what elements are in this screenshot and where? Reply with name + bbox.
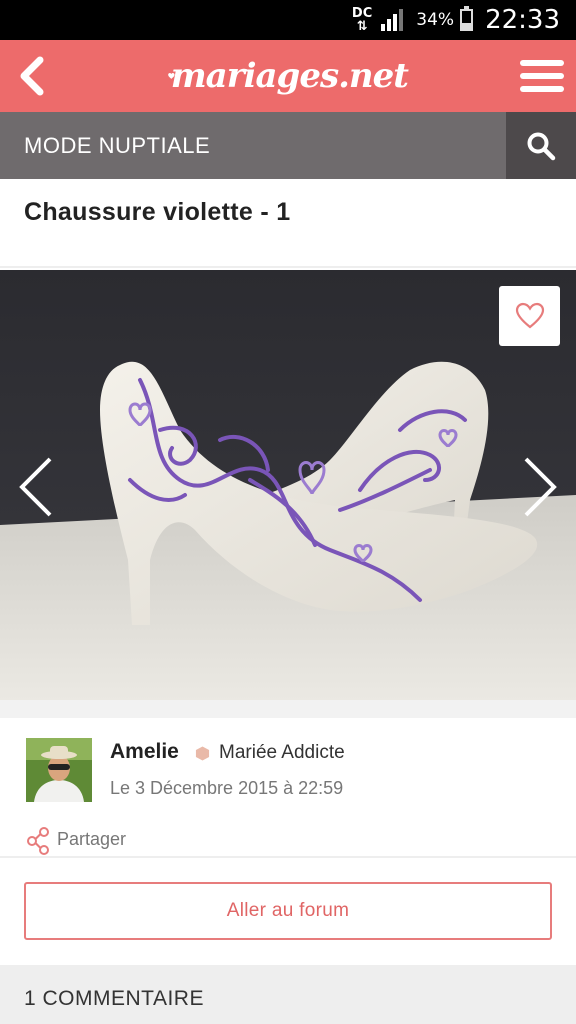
previous-image-button[interactable] — [14, 455, 58, 519]
section-title[interactable]: MODE NUPTIALE — [24, 112, 210, 179]
chevron-left-icon — [19, 457, 52, 517]
avatar-photo — [26, 738, 92, 802]
comments-count: 1 COMMENTAIRE — [24, 987, 204, 1010]
app-header: mariages.net — [0, 40, 576, 112]
share-icon[interactable] — [26, 826, 50, 856]
next-image-button[interactable] — [518, 455, 562, 519]
image-gallery[interactable] — [0, 270, 576, 700]
page-title: Chaussure violette - 1 — [24, 198, 291, 226]
logo-text: mariages.net — [170, 56, 409, 96]
post-author-block: Amelie Mariée Addicte Le 3 Décembre 2015… — [0, 718, 576, 858]
data-arrows-icon: ⇅ — [356, 19, 368, 34]
comments-section-header: 1 COMMENTAIRE — [0, 965, 576, 1024]
clock: 22:33 — [485, 5, 560, 35]
menu-bar — [520, 73, 564, 79]
battery-icon — [460, 6, 474, 31]
author-rank: Mariée Addicte — [219, 742, 345, 763]
favorite-button[interactable] — [499, 286, 560, 346]
status-bar: DC ⇅ 34% 22:33 — [0, 0, 576, 40]
chevron-right-icon — [524, 457, 557, 517]
rank-hexagon-icon — [195, 746, 210, 761]
signal-icon — [381, 9, 404, 31]
heart-outline-icon — [515, 302, 544, 329]
avatar[interactable] — [26, 738, 92, 802]
search-button[interactable] — [506, 112, 576, 179]
go-to-forum-button[interactable]: Aller au forum — [24, 882, 552, 940]
share-button[interactable]: Partager — [57, 829, 126, 850]
hamburger-menu-icon — [520, 60, 564, 66]
shoe-photo — [0, 270, 576, 700]
divider — [0, 856, 576, 858]
author-name[interactable]: Amelie — [110, 740, 179, 764]
menu-bar — [520, 86, 564, 92]
site-logo[interactable]: mariages.net — [168, 48, 409, 104]
post-date: Le 3 Décembre 2015 à 22:59 — [110, 778, 344, 798]
menu-button[interactable] — [520, 54, 564, 98]
battery-percent: 34% — [416, 10, 455, 30]
search-icon — [527, 132, 556, 160]
section-bar: MODE NUPTIALE — [0, 112, 576, 179]
divider — [0, 266, 576, 268]
network-indicator: DC ⇅ — [352, 7, 372, 33]
divider — [0, 700, 576, 718]
back-button[interactable] — [10, 52, 54, 100]
chevron-left-icon — [20, 56, 44, 96]
